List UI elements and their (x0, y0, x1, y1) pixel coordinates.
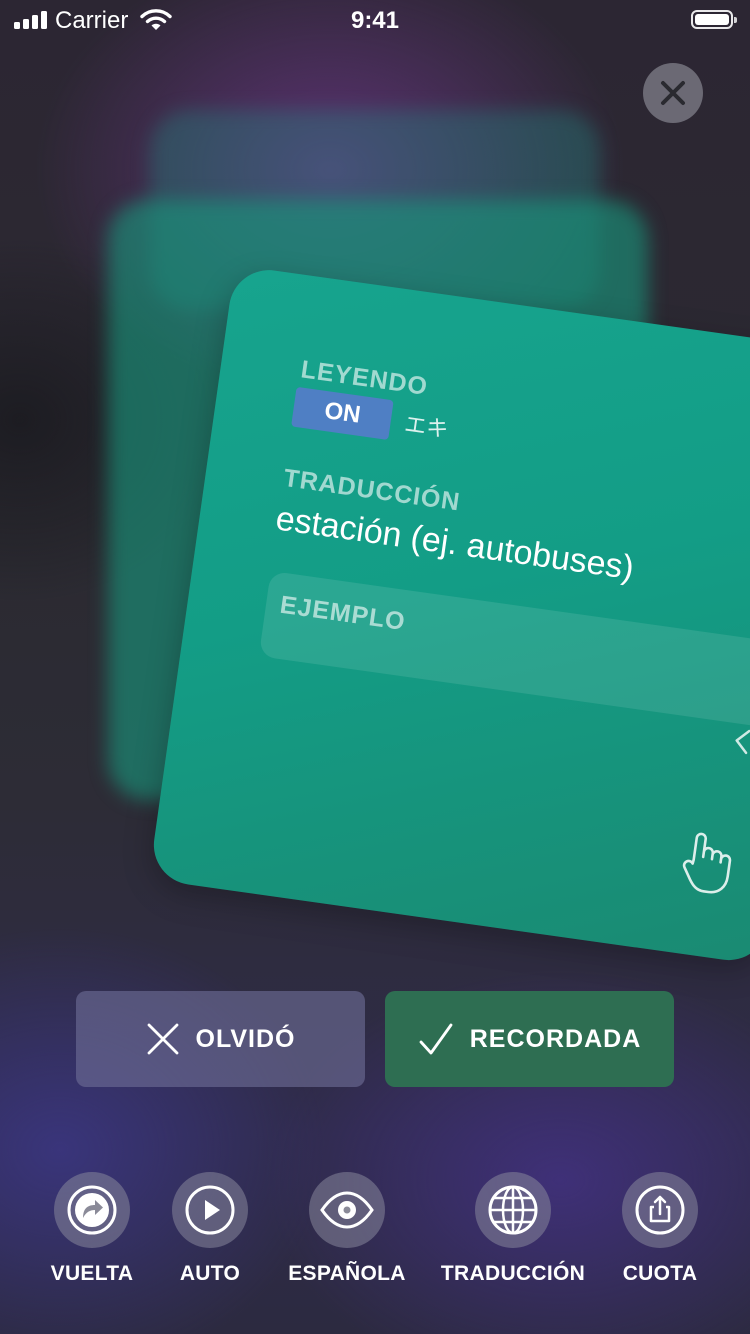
flashcard[interactable]: LEYENDO ON エキ TRADUCCIÓN estación (ej. a… (148, 265, 750, 966)
toolbar-label: CUOTA (622, 1262, 698, 1285)
share-icon (635, 1185, 685, 1235)
toolbar-label: AUTO (179, 1262, 241, 1285)
chevron-left-icon[interactable] (732, 727, 750, 755)
toolbar-label: TRADUCCIÓN (440, 1262, 586, 1285)
close-icon (661, 81, 685, 105)
forgot-button[interactable]: OLVIDÓ (76, 991, 365, 1087)
status-bar: Carrier 9:41 (0, 0, 750, 40)
toolbar-share[interactable]: CUOTA (604, 1172, 716, 1286)
remembered-label: RECORDADA (469, 1024, 642, 1053)
battery-icon (691, 10, 737, 29)
flip-arrow-icon (67, 1185, 117, 1235)
reading-value: エキ (402, 411, 450, 443)
close-button[interactable] (643, 63, 703, 123)
clock: 9:41 (350, 7, 400, 34)
remembered-button[interactable]: RECORDADA (385, 991, 674, 1087)
toolbar-auto[interactable]: AUTO (154, 1172, 266, 1286)
play-icon (185, 1185, 235, 1235)
toolbar-label: ESPAÑOLA (288, 1262, 406, 1285)
forgot-label: OLVIDÓ (195, 1024, 296, 1053)
eye-icon (320, 1191, 374, 1229)
example-section[interactable]: EJEMPLO (258, 570, 750, 755)
toolbar-spanish[interactable]: ESPAÑOLA (282, 1172, 412, 1286)
checkmark-icon (419, 1023, 453, 1055)
toolbar-label: VUELTA (50, 1262, 134, 1285)
toolbar-translation[interactable]: TRADUCCIÓN (436, 1172, 590, 1286)
example-label: EJEMPLO (278, 590, 408, 637)
tap-hand-icon (682, 832, 732, 894)
globe-icon (488, 1185, 538, 1235)
toolbar-flip[interactable]: VUELTA (36, 1172, 148, 1286)
x-icon (147, 1023, 178, 1055)
